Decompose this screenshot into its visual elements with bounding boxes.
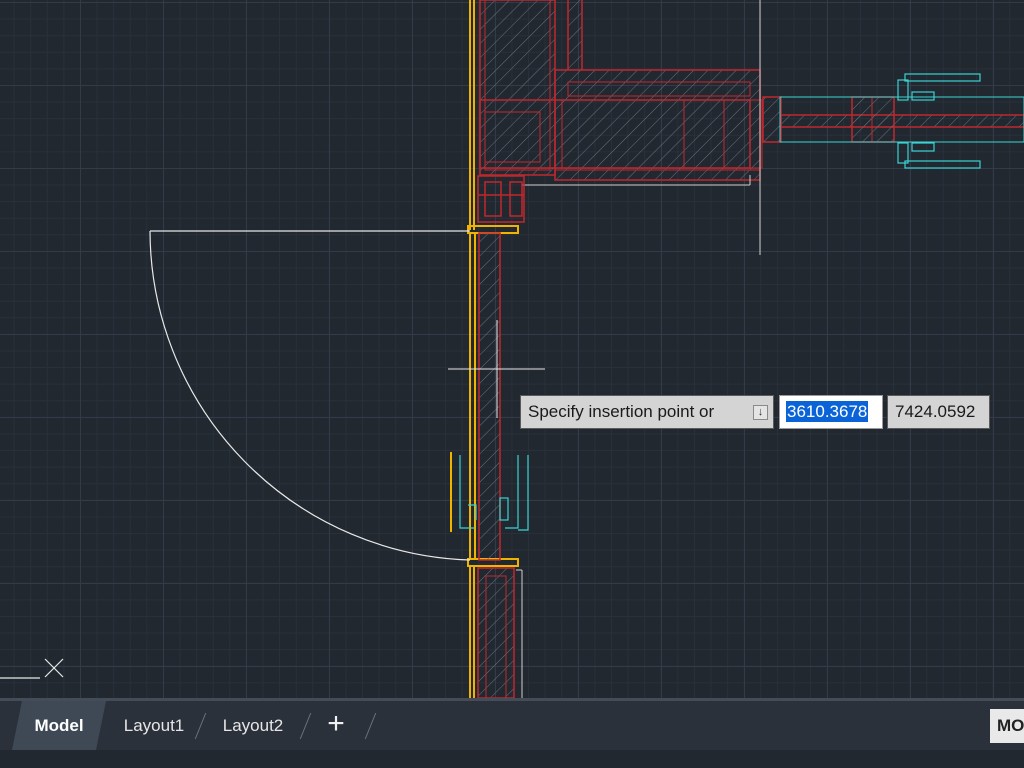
add-layout-plus-icon[interactable]: + bbox=[322, 709, 350, 739]
tab-divider bbox=[364, 713, 377, 739]
tab-layout1[interactable]: Layout1 bbox=[116, 701, 192, 750]
door-swing-arc bbox=[149, 230, 471, 561]
ucs-icon bbox=[0, 658, 64, 679]
wall-horizontal bbox=[479, 0, 1024, 255]
wall-junction bbox=[477, 175, 525, 223]
tab-model[interactable]: Model bbox=[12, 701, 106, 750]
x-coordinate-input[interactable]: 3610.3678 bbox=[779, 395, 883, 429]
layout-tab-bar: Model Layout1 Layout2 + MO bbox=[0, 698, 1024, 750]
x-coordinate-value: 3610.3678 bbox=[786, 401, 869, 422]
drawing-canvas[interactable]: Specify insertion point or ↓ 3610.3678 7… bbox=[0, 0, 1024, 698]
dynamic-input-prompt: Specify insertion point or ↓ bbox=[520, 395, 774, 429]
arrow-down-icon[interactable]: ↓ bbox=[753, 405, 768, 420]
y-coordinate-value: 7424.0592 bbox=[895, 402, 976, 421]
prompt-text: Specify insertion point or bbox=[528, 402, 715, 421]
tab-divider bbox=[299, 713, 312, 739]
wall-lower bbox=[477, 567, 523, 698]
model-space-button[interactable]: MO bbox=[990, 709, 1024, 743]
status-bar bbox=[0, 750, 1024, 768]
tab-divider bbox=[194, 713, 207, 739]
y-coordinate-input[interactable]: 7424.0592 bbox=[887, 395, 990, 429]
floor-plan-drawing bbox=[0, 0, 1024, 698]
tab-layout2[interactable]: Layout2 bbox=[214, 701, 292, 750]
